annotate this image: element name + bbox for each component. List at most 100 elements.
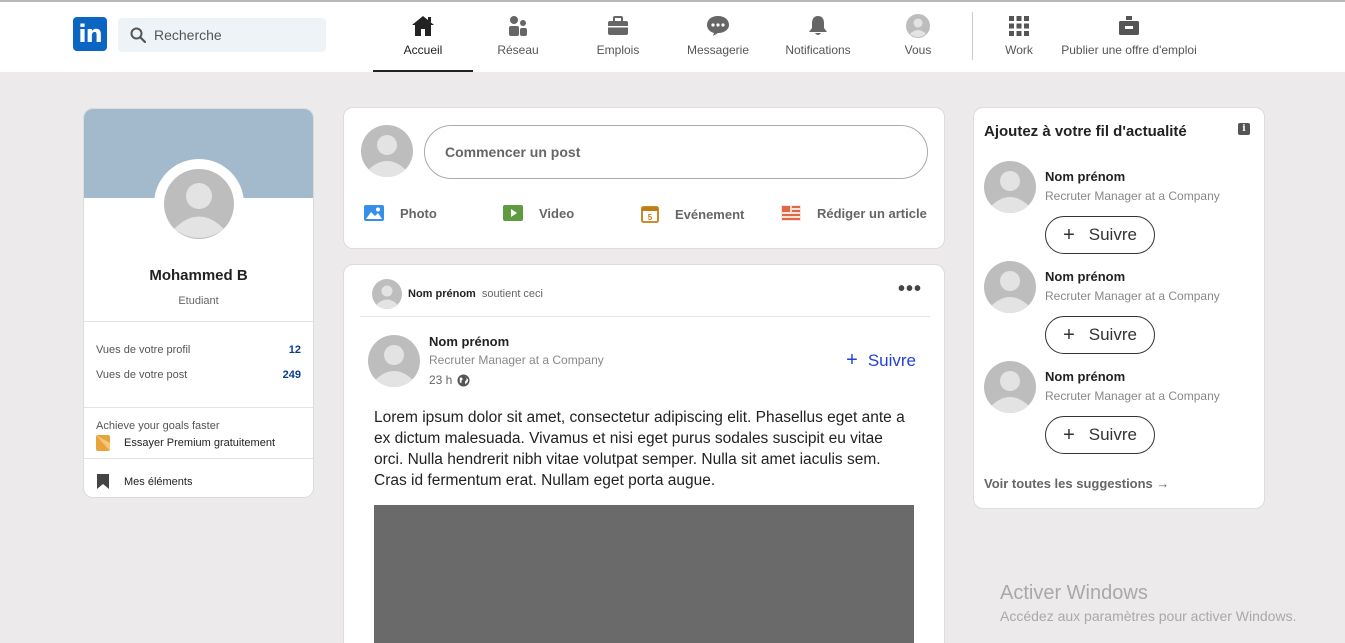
- post-time-text: 23 h: [429, 373, 453, 387]
- globe-icon: [457, 373, 470, 387]
- bell-icon: [809, 16, 827, 35]
- search-box[interactable]: [118, 18, 326, 52]
- write-article-label: Rédiger un article: [817, 205, 927, 221]
- video-label: Video: [539, 205, 575, 221]
- nav-network-label: Réseau: [497, 43, 539, 57]
- nav-me[interactable]: Vous: [868, 2, 968, 72]
- saved-items-link[interactable]: Mes éléments: [96, 473, 192, 490]
- info-icon[interactable]: i: [1238, 123, 1250, 135]
- plus-icon: +: [846, 349, 858, 371]
- divider: [360, 316, 930, 317]
- stat-label: Vues de votre profil: [96, 344, 191, 356]
- profile-card: Mohammed B Etudiant Vues de votre profil…: [83, 108, 314, 498]
- premium-hint: Achieve your goals faster: [96, 420, 220, 432]
- svg-text:5: 5: [648, 213, 653, 222]
- suggestion-name[interactable]: Nom prénom: [1045, 169, 1125, 184]
- plus-icon: +: [1063, 323, 1075, 346]
- nav-work[interactable]: Work: [979, 2, 1059, 72]
- nav-post-job-label: Publier une offre d'emploi: [1061, 43, 1197, 57]
- suggestion-name[interactable]: Nom prénom: [1045, 369, 1125, 384]
- event-label: Evénement: [675, 206, 745, 222]
- network-icon: [509, 16, 527, 36]
- suggestion-avatar[interactable]: [984, 261, 1036, 313]
- suggestion-title: Recruter Manager at a Company: [1045, 389, 1220, 403]
- author-avatar[interactable]: [368, 335, 420, 387]
- nav-messaging[interactable]: Messagerie: [668, 2, 768, 72]
- post-image[interactable]: [374, 505, 914, 643]
- follow-label: Suivre: [867, 351, 916, 370]
- linkedin-logo-icon[interactable]: in: [73, 17, 107, 51]
- message-icon: [707, 16, 729, 36]
- profile-name[interactable]: Mohammed B: [84, 267, 313, 284]
- nav-jobs-label: Emplois: [596, 43, 640, 57]
- follow-label: Suivre: [1088, 425, 1137, 444]
- post-composer: Commencer un post Photo Video 5 Evénemen…: [343, 107, 945, 249]
- nav-notifications[interactable]: Notifications: [768, 2, 868, 72]
- divider: [84, 321, 313, 322]
- profile-avatar[interactable]: [154, 159, 244, 249]
- divider: [84, 458, 313, 459]
- author-title: Recruter Manager at a Company: [429, 353, 604, 367]
- nav-work-label: Work: [1005, 43, 1033, 57]
- suggestion-follow-button[interactable]: + Suivre: [1045, 316, 1155, 354]
- search-icon: [130, 27, 146, 43]
- event-button[interactable]: 5 Evénement: [641, 205, 744, 223]
- suggestion-avatar[interactable]: [984, 361, 1036, 413]
- photo-button[interactable]: Photo: [364, 205, 437, 221]
- author-name[interactable]: Nom prénom: [429, 334, 509, 349]
- video-button[interactable]: Video: [503, 205, 574, 221]
- see-all-suggestions-link[interactable]: Voir toutes les suggestions →: [984, 476, 1169, 491]
- composer-avatar[interactable]: [361, 125, 413, 177]
- photo-icon: [364, 205, 384, 221]
- suggestion-follow-button[interactable]: + Suivre: [1045, 216, 1155, 254]
- premium-cta: Essayer Premium gratuitement: [124, 437, 275, 449]
- suggestion-title: Recruter Manager at a Company: [1045, 189, 1220, 203]
- suggestion-follow-button[interactable]: + Suivre: [1045, 416, 1155, 454]
- start-post-input[interactable]: Commencer un post: [424, 125, 928, 179]
- premium-icon: [96, 435, 110, 451]
- premium-link[interactable]: Essayer Premium gratuitement: [96, 435, 275, 451]
- write-article-button[interactable]: Rédiger un article: [781, 205, 927, 221]
- calendar-icon: 5: [641, 206, 659, 223]
- stat-profile-views[interactable]: Vues de votre profil 12: [96, 344, 301, 356]
- top-navbar: in Accueil Réseau Emplois Messagerie Not…: [0, 2, 1345, 72]
- suggestions-card: Ajoutez à votre fil d'actualité i Nom pr…: [973, 107, 1265, 509]
- briefcase-icon: [608, 16, 628, 35]
- suggestion-name[interactable]: Nom prénom: [1045, 269, 1125, 284]
- windows-activation-subtitle: Accédez aux paramètres pour activer Wind…: [1000, 608, 1297, 624]
- post-options-button[interactable]: •••: [898, 279, 922, 299]
- follow-label: Suivre: [1088, 225, 1137, 244]
- stat-label: Vues de votre post: [96, 369, 188, 381]
- follow-author-button[interactable]: + Suivre: [846, 349, 916, 372]
- post-social-context: Nom prénom soutient ceci: [372, 279, 543, 309]
- profile-role: Etudiant: [178, 295, 219, 307]
- stat-post-views[interactable]: Vues de votre post 249: [96, 369, 301, 381]
- post-time: 23 h: [429, 373, 470, 387]
- suggestion-avatar[interactable]: [984, 161, 1036, 213]
- stat-value: 12: [288, 344, 301, 356]
- post-body-text: Lorem ipsum dolor sit amet, consectetur …: [374, 409, 905, 489]
- feed-post: Nom prénom soutient ceci ••• Nom prénom …: [343, 264, 945, 643]
- supporter-name[interactable]: Nom prénom: [408, 288, 476, 300]
- nav-home[interactable]: Accueil: [373, 2, 473, 72]
- avatar-icon: [906, 14, 930, 38]
- follow-label: Suivre: [1088, 325, 1137, 344]
- plus-icon: +: [1063, 223, 1075, 246]
- job-post-icon: [1119, 16, 1139, 35]
- search-input[interactable]: [154, 18, 319, 52]
- nav-network[interactable]: Réseau: [468, 2, 568, 72]
- nav-notifications-label: Notifications: [785, 43, 851, 57]
- nav-messaging-label: Messagerie: [686, 43, 750, 57]
- article-icon: [781, 205, 801, 221]
- photo-label: Photo: [400, 205, 437, 221]
- nav-me-label: Vous: [904, 43, 932, 57]
- nav-jobs[interactable]: Emplois: [568, 2, 668, 72]
- windows-activation-title: Activer Windows: [1000, 582, 1148, 604]
- supporter-action: soutient ceci: [481, 288, 543, 300]
- video-icon: [503, 205, 523, 221]
- plus-icon: +: [1063, 423, 1075, 446]
- supporter-avatar[interactable]: [372, 279, 402, 309]
- divider: [84, 407, 313, 408]
- bookmark-icon: [97, 474, 109, 489]
- nav-post-job[interactable]: Publier une offre d'emploi: [1059, 2, 1199, 72]
